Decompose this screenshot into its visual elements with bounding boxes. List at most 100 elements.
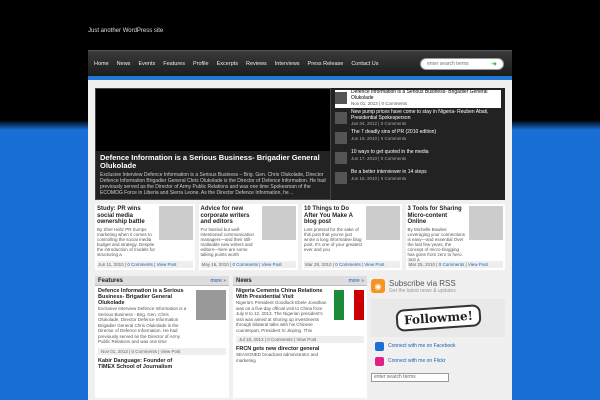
featured-list-item[interactable]: Be a better interviewer in 14 steps Jun 1…	[335, 169, 501, 188]
nav-excerpts[interactable]: Excerpts	[217, 61, 238, 67]
card-meta: Mar 28, 2010 | 0 Comments | View Post	[304, 261, 400, 268]
card-title[interactable]: Advice for new corporate writers and edi…	[201, 206, 260, 226]
featured-list-item[interactable]: Defence Information is a Serious Busines…	[335, 89, 501, 108]
slider-excerpt: Exclusive Interview Defence Information …	[100, 172, 326, 196]
slider-title[interactable]: Defence Information is a Serious Busines…	[100, 154, 326, 170]
card-image	[365, 206, 400, 240]
view-post-link[interactable]: View Post	[262, 262, 282, 267]
featured-list-item[interactable]: 10 ways to get quoted in the media Jun 17…	[335, 149, 501, 168]
nav-profile[interactable]: Profile	[193, 61, 209, 67]
featured-list: Defence Information is a Serious Busines…	[331, 88, 505, 200]
post-image	[196, 290, 226, 320]
post-card: 3 Tools for Sharing Micro-content Online…	[405, 204, 505, 270]
item-meta: Jun 19, 2010 | 0 Comments	[351, 135, 407, 141]
card-date: Jun 11, 2010	[98, 262, 124, 267]
rss-subtitle: Get the latest news & updates	[389, 287, 456, 294]
news-column: News more » Nigeria Cements China Relati…	[233, 276, 367, 398]
view-post-link[interactable]: View Post	[468, 262, 488, 267]
item-meta: Jun 17, 2010 | 0 Comments	[351, 155, 407, 161]
card-excerpt: For harried but well-intentioned communi…	[200, 226, 255, 257]
card-excerpt: By Shel Holtz PR trumps marketing when i…	[97, 226, 156, 257]
view-post-link[interactable]: View Post	[157, 262, 177, 267]
post-card: 10 Things to Do After You Make A blog po…	[302, 204, 402, 270]
card-title[interactable]: 10 Things to Do After You Make A blog po…	[304, 206, 363, 226]
comments-link[interactable]: 0 Comments	[439, 262, 465, 267]
featured-list-item[interactable]: New pump prices have come to stay in Nig…	[335, 109, 501, 128]
news-header: News more »	[233, 276, 367, 286]
card-meta: May 16, 2010 | 0 Comments | View Post	[200, 261, 296, 268]
card-title[interactable]: 3 Tools for Sharing Micro-content Online	[408, 206, 467, 226]
nav-press-release[interactable]: Press Release	[308, 61, 344, 67]
post-cards-row: Study: PR wins social media ownership ba…	[95, 204, 505, 270]
rss-subscribe[interactable]: ◉ Subscribe via RSS Get the latest news &…	[371, 276, 505, 296]
facebook-icon	[375, 341, 384, 351]
featured-slider[interactable]: Defence Information is a Serious Busines…	[95, 88, 331, 200]
card-image	[262, 206, 296, 240]
card-date: Mar 25, 2010	[408, 262, 436, 267]
comments-link[interactable]: 0 Comments	[335, 262, 361, 267]
nav-reviews[interactable]: Reviews	[246, 61, 267, 67]
features-post: Defence Information is a Serious Busines…	[95, 286, 229, 347]
post-excerpt: Exclusive Interview Defence Information …	[98, 306, 187, 344]
item-meta: Jan 04, 2012 | 0 Comments	[351, 121, 407, 126]
card-title[interactable]: Study: PR wins social media ownership ba…	[97, 206, 156, 226]
features-post: Kabir Danguage: Founder of TIMEX School …	[95, 356, 229, 372]
card-image	[469, 206, 503, 240]
item-title: The 7 deadly sins of PR (2010 edition)	[351, 129, 437, 135]
news-post: Nigeria Cements China Relations With Pre…	[233, 286, 367, 335]
nav-interviews[interactable]: Interviews	[275, 61, 300, 67]
facebook-link[interactable]: Connect with me on Facebook	[388, 343, 456, 349]
nav-search-input[interactable]	[427, 61, 489, 67]
flickr-connect[interactable]: Connect with me on Flickr	[371, 355, 505, 367]
featured-list-item[interactable]: The 7 deadly sins of PR (2010 edition) Ju…	[335, 129, 501, 148]
item-title: 10 ways to get quoted in the media	[351, 149, 429, 155]
news-post: FRCN gets new director general SEASONED …	[233, 344, 367, 365]
right-sidebar: ◉ Subscribe via RSS Get the latest news &…	[371, 276, 505, 398]
post-meta: Nov 01, 2013 | 0 Comments | View Post	[98, 347, 226, 355]
nav-home[interactable]: Home	[94, 61, 109, 67]
features-more-link[interactable]: more »	[210, 278, 226, 284]
search-go-icon[interactable]: ➜	[489, 59, 499, 69]
nav-features[interactable]: Features	[163, 61, 185, 67]
main-nav: Home News Events Features Profile Excerp…	[88, 50, 512, 76]
thumbnail-image	[335, 112, 347, 124]
news-more-link[interactable]: more »	[348, 278, 364, 284]
card-date: Mar 28, 2010	[305, 262, 332, 267]
thumbnail-image	[335, 152, 347, 164]
post-excerpt: Nigeria's President Goodluck Ebele Jonat…	[236, 300, 327, 333]
item-meta: Nov 01, 2013 | 0 Comments	[351, 101, 407, 106]
card-meta: Mar 25, 2010 | 0 Comments | View Post	[407, 261, 503, 268]
post-card: Study: PR wins social media ownership ba…	[95, 204, 195, 270]
follow-me-text: Followme!	[394, 304, 482, 332]
news-heading: News	[236, 277, 252, 284]
comments-link[interactable]: 0 Comments	[127, 262, 153, 267]
nav-contact-us[interactable]: Contact Us	[351, 61, 378, 67]
post-image	[334, 290, 364, 320]
features-column: Features more » Defence Information is a…	[95, 276, 229, 398]
page-wrapper: Home News Events Features Profile Excerp…	[88, 50, 512, 400]
site-tagline: Just another WordPress site	[88, 28, 164, 34]
bottom-section: Features more » Defence Information is a…	[95, 276, 505, 398]
post-title[interactable]: Nigeria Cements China Relations With Pre…	[236, 288, 328, 300]
main-content: Defence Information is a Serious Busines…	[88, 80, 512, 400]
post-title[interactable]: Kabir Danguage: Founder of TIMEX School …	[98, 358, 190, 370]
view-post-link[interactable]: View Post	[364, 262, 384, 267]
flickr-link[interactable]: Connect with me on Flickr	[388, 358, 446, 364]
rss-title: Subscribe via RSS	[389, 278, 456, 288]
flickr-icon	[375, 356, 384, 366]
facebook-connect[interactable]: Connect with me on Facebook	[371, 340, 505, 352]
post-title[interactable]: Defence Information is a Serious Busines…	[98, 288, 190, 306]
nav-events[interactable]: Events	[138, 61, 155, 67]
post-excerpt: SEASONED broadcast administrator and mar…	[236, 352, 319, 363]
comments-link[interactable]: 0 Comments	[232, 262, 258, 267]
nav-news[interactable]: News	[117, 61, 131, 67]
item-meta: Jun 16, 2010 | 0 Comments	[351, 175, 407, 181]
card-date: May 16, 2010	[201, 262, 229, 267]
card-excerpt: By Michelle Bowles: Leveraging your conn…	[407, 226, 466, 262]
follow-me-banner[interactable]: Followme!	[371, 299, 505, 337]
item-title: Defence Information is a Serious Busines…	[351, 89, 488, 101]
sidebar-search-input[interactable]: enter search terms	[371, 373, 449, 382]
thumbnail-image	[335, 92, 347, 104]
post-meta: Jul 18, 2013 | 0 Comments | View Post	[236, 336, 364, 343]
item-title: New pump prices have come to stay in Nig…	[351, 109, 489, 121]
